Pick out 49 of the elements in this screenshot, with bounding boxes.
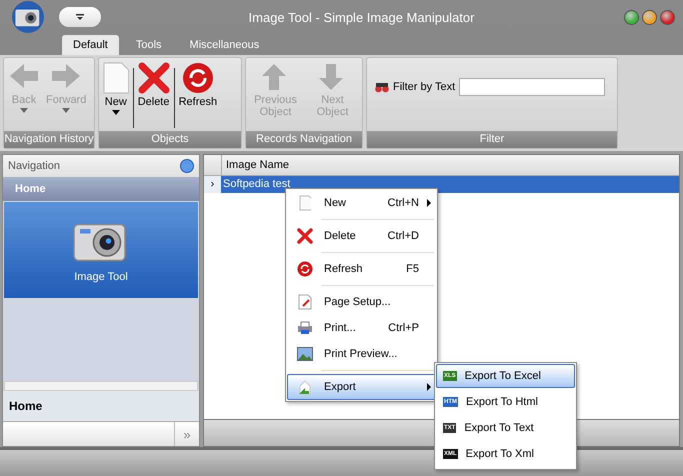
delete-icon	[138, 62, 170, 94]
toolbar-button[interactable]: Delete	[136, 62, 172, 108]
window-title: Image Tool - Simple Image Manipulator	[248, 10, 476, 24]
menu-item[interactable]: Export	[287, 374, 436, 400]
delete-icon	[297, 228, 313, 244]
submenu-arrow-icon	[427, 199, 431, 207]
menu-item[interactable]: Print Preview...	[287, 341, 436, 367]
filter-label: Filter by Text	[393, 81, 456, 93]
minimize-button[interactable]	[642, 10, 657, 24]
row-indicator: ›	[204, 176, 221, 193]
submenu-arrow-icon	[427, 383, 431, 391]
toolbar-button[interactable]: Refresh	[176, 62, 220, 108]
picture-icon	[297, 347, 313, 361]
menu-item[interactable]: New Ctrl+N	[287, 190, 436, 216]
ribbon-tab[interactable]: Tools	[124, 35, 173, 55]
export-icon	[297, 379, 313, 395]
menu-item[interactable]: Print... Ctrl+P	[287, 315, 436, 341]
close-button[interactable]	[660, 10, 675, 24]
table-cell[interactable]: Softpedia test	[221, 176, 679, 193]
menu-item[interactable]: Delete Ctrl+D	[287, 223, 436, 249]
printer-icon	[297, 321, 313, 335]
nav-item[interactable]: Image Tool	[4, 202, 198, 298]
group-caption: Filter	[367, 131, 617, 148]
ribbon-tab[interactable]: Default	[62, 35, 119, 55]
caret-icon	[112, 110, 120, 115]
quick-access-button[interactable]	[58, 6, 102, 28]
binoculars-icon	[375, 82, 389, 92]
ribbon-tab[interactable]: Miscellaneous	[178, 35, 270, 55]
refresh-icon	[182, 62, 214, 94]
page-setup-icon	[298, 294, 312, 310]
nav-item-label: Image Tool	[74, 271, 128, 283]
document-icon	[298, 195, 312, 211]
caret-icon	[20, 108, 28, 113]
menu-item[interactable]: Refresh F5	[287, 256, 436, 282]
splitter-handle[interactable]	[4, 381, 198, 391]
panel-title: Navigation	[8, 160, 60, 172]
dropdown-icon	[76, 14, 84, 20]
document-icon	[103, 62, 129, 94]
maximize-button[interactable]	[624, 10, 639, 24]
nav-group-button[interactable]: Home	[3, 391, 199, 421]
orb-icon	[180, 159, 194, 173]
filter-input[interactable]	[459, 78, 606, 96]
toolbar-button[interactable]: New	[101, 62, 131, 115]
group-caption: Navigation History	[4, 131, 94, 148]
menu-item[interactable]: Page Setup...	[287, 289, 436, 315]
caret-icon	[62, 108, 70, 113]
refresh-icon	[297, 261, 313, 277]
group-caption: Records Navigation	[246, 131, 362, 148]
group-caption: Objects	[99, 131, 241, 148]
